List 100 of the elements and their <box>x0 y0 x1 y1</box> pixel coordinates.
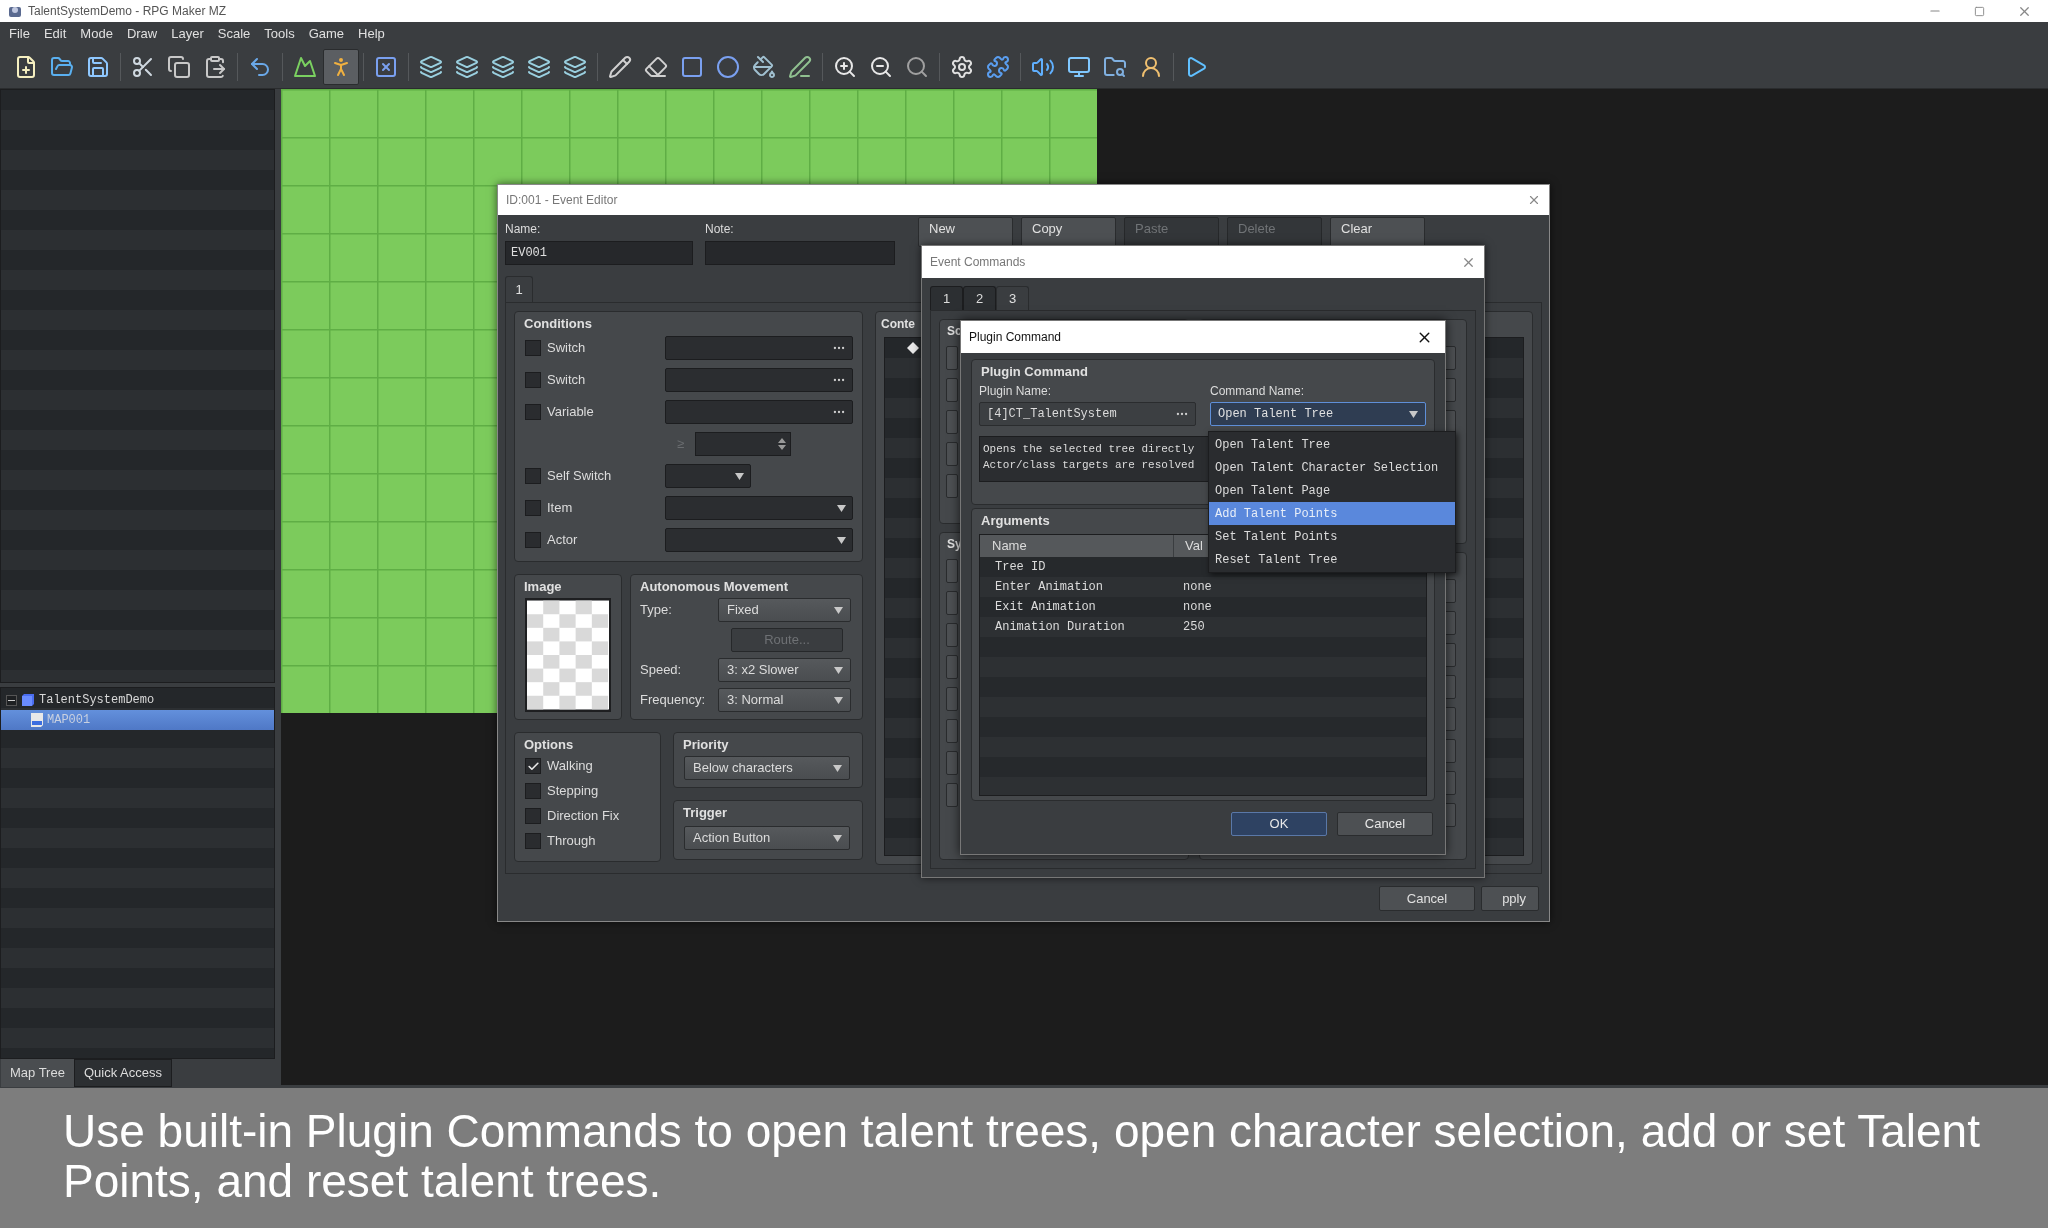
table-row[interactable]: Animation Duration 250 <box>980 617 1426 637</box>
layers-icon[interactable] <box>491 55 515 79</box>
menu-item[interactable]: Draw <box>119 24 165 44</box>
movement-dropdown[interactable]: Fixed <box>718 598 851 622</box>
group-title: Plugin Command <box>981 363 1088 381</box>
menu-item[interactable]: Edit <box>36 24 74 44</box>
table-row[interactable]: Exit Animation none <box>980 597 1426 617</box>
checkbox[interactable] <box>525 468 541 484</box>
layers-icon[interactable] <box>419 55 443 79</box>
page-button[interactable]: Clear <box>1330 217 1425 247</box>
page-button[interactable]: Copy <box>1021 217 1116 247</box>
layers-icon[interactable] <box>563 55 587 79</box>
caret-icon <box>833 834 842 842</box>
speaker-icon[interactable] <box>1031 55 1055 79</box>
menu-item[interactable]: Mode <box>73 24 120 44</box>
window-title: Plugin Command <box>969 329 1062 346</box>
panel-tab[interactable]: Quick Access <box>73 1059 172 1087</box>
empty-image-preview[interactable] <box>525 598 611 712</box>
condition-field[interactable] <box>665 400 853 424</box>
table-row[interactable]: Enter Animation none <box>980 577 1426 597</box>
pen-icon[interactable] <box>788 55 812 79</box>
dialog-button[interactable]: OK <box>1231 812 1327 836</box>
checkbox[interactable] <box>525 833 541 849</box>
paint-bucket-icon[interactable] <box>752 55 776 79</box>
name-field[interactable]: EV001 <box>505 241 693 265</box>
toolbar-toggle[interactable] <box>323 49 359 85</box>
group-title: Autonomous Movement <box>640 578 789 596</box>
group-title: Options <box>524 736 574 754</box>
condition-field[interactable] <box>665 336 853 360</box>
zoom-in-icon[interactable] <box>833 55 857 79</box>
eraser-icon[interactable] <box>644 55 668 79</box>
dropdown-option[interactable]: Open Talent Tree <box>1209 433 1455 456</box>
dialog-button[interactable]: pply <box>1481 886 1539 911</box>
command-name-dropdown[interactable]: Open Talent Tree <box>1210 402 1426 426</box>
spinner-arrows-icon <box>778 437 786 451</box>
zoom-out-icon[interactable] <box>869 55 893 79</box>
user-icon[interactable] <box>1139 55 1163 79</box>
checkbox[interactable] <box>525 372 541 388</box>
menu-item[interactable]: File <box>2 24 37 44</box>
scissors-icon[interactable] <box>131 55 155 79</box>
ellipse-icon[interactable] <box>716 55 740 79</box>
pencil-icon[interactable] <box>608 55 632 79</box>
page-button[interactable]: New <box>918 217 1013 247</box>
option-label: Stepping <box>547 782 599 801</box>
dropdown-option[interactable]: Set Talent Points <box>1209 525 1455 548</box>
condition-label: Self Switch <box>547 467 613 486</box>
movement-dropdown[interactable]: 3: x2 Slower <box>718 658 851 682</box>
maximize-icon[interactable] <box>1974 5 1985 17</box>
menu-item[interactable]: Tools <box>257 24 302 44</box>
dropdown-option[interactable]: Open Talent Character Selection <box>1209 456 1455 479</box>
menu-item[interactable]: Scale <box>210 24 258 44</box>
command-tab[interactable]: 2 <box>963 286 996 310</box>
checkbox[interactable] <box>525 758 541 774</box>
priority-dropdown[interactable]: Below characters <box>684 756 850 780</box>
mountain-icon[interactable] <box>293 55 317 79</box>
checkbox[interactable] <box>525 404 541 420</box>
copy-icon[interactable] <box>167 55 191 79</box>
settings-icon[interactable] <box>950 55 974 79</box>
checkbox[interactable] <box>525 340 541 356</box>
dropdown-option[interactable]: Open Talent Page <box>1209 479 1455 502</box>
panel-tab[interactable]: Map Tree <box>1 1059 74 1087</box>
monitor-icon[interactable] <box>1067 55 1091 79</box>
note-field[interactable] <box>705 241 895 265</box>
menu-item[interactable]: Game <box>301 24 352 44</box>
layers-icon[interactable] <box>527 55 551 79</box>
description-line: Opens the selected tree directly <box>983 442 1195 457</box>
condition-field[interactable] <box>665 368 853 392</box>
puzzle-icon[interactable] <box>986 55 1010 79</box>
crossed-square-icon[interactable] <box>374 55 398 79</box>
command-tab[interactable]: 1 <box>930 286 963 310</box>
trigger-dropdown[interactable]: Action Button <box>684 826 850 850</box>
dialog-button[interactable]: Cancel <box>1337 812 1433 836</box>
save-icon[interactable] <box>86 55 110 79</box>
group-title: Conte <box>881 316 915 333</box>
checkbox[interactable] <box>525 532 541 548</box>
checkbox[interactable] <box>525 500 541 516</box>
page-tab[interactable]: 1 <box>505 276 533 302</box>
open-folder-icon[interactable] <box>50 55 74 79</box>
folder-search-icon[interactable] <box>1103 55 1127 79</box>
movement-dropdown[interactable]: 3: Normal <box>718 688 851 712</box>
magnifier-icon[interactable] <box>905 55 929 79</box>
column-header[interactable]: Name <box>980 535 1174 557</box>
window-title: ID:001 - Event Editor <box>506 192 618 209</box>
tree-row[interactable]: TalentSystemDemo <box>1 690 274 710</box>
command-tab[interactable]: 3 <box>996 286 1029 310</box>
paste-icon[interactable] <box>203 55 227 79</box>
checkbox[interactable] <box>525 808 541 824</box>
collapse-icon[interactable] <box>6 694 17 706</box>
layers-icon[interactable] <box>455 55 479 79</box>
menu-item[interactable]: Help <box>351 24 392 44</box>
condition-label: Switch <box>547 371 587 390</box>
undo-icon[interactable] <box>248 55 272 79</box>
new-file-icon[interactable] <box>14 55 38 79</box>
checkbox[interactable] <box>525 783 541 799</box>
menu-item[interactable]: Layer <box>164 24 211 44</box>
rectangle-icon[interactable] <box>680 55 704 79</box>
dropdown-option[interactable]: Reset Talent Tree <box>1209 548 1455 571</box>
plugin-name-field[interactable]: [4]CT_TalentSystem <box>979 402 1196 426</box>
dialog-button[interactable]: Cancel <box>1379 886 1475 911</box>
group-title: Trigger <box>683 804 728 822</box>
